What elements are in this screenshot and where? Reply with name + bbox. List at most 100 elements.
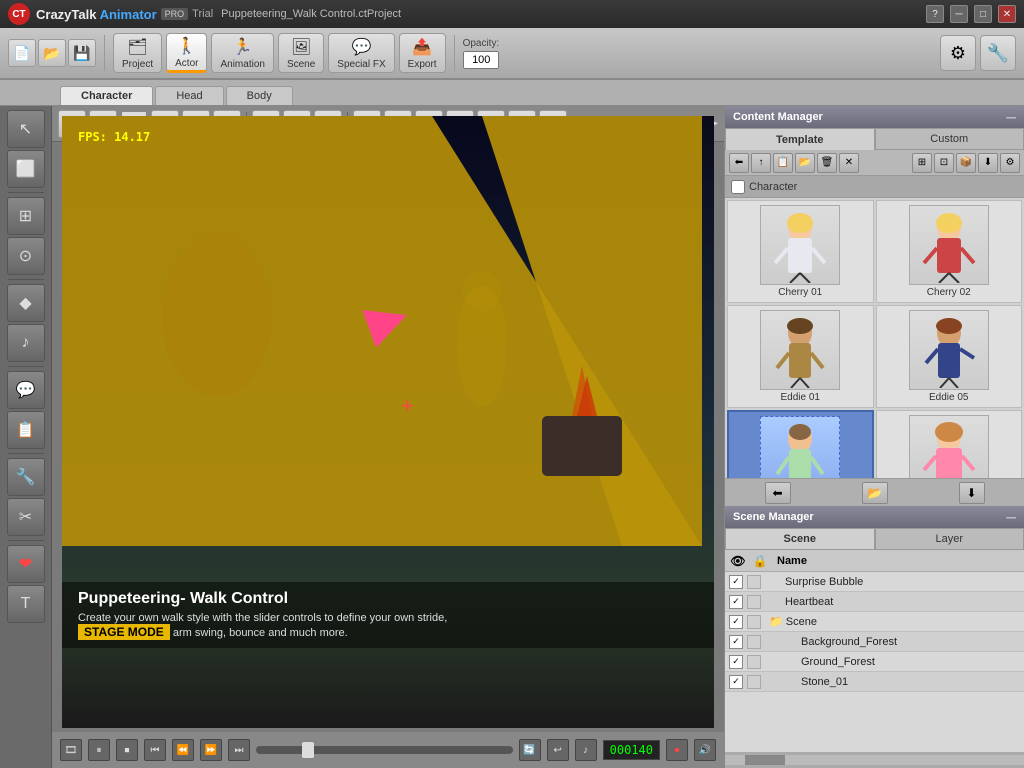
toolbar-project[interactable]: 🗂 Project [113,33,162,73]
yellow-region: + [62,116,714,648]
cm-tool-10[interactable]: ⬇ [978,153,998,173]
cm-footer-btn1[interactable]: ⬅ [765,482,791,504]
opacity-input[interactable] [463,51,499,69]
forward-button[interactable]: ⏩ [200,739,222,761]
lock-groundforest[interactable] [747,655,761,669]
category-checkbox[interactable] [731,180,745,194]
diamond-button[interactable]: ◆ [7,284,45,322]
preferences-button[interactable]: 🔧 [980,35,1016,71]
toolbar-export[interactable]: 📤 Export [399,33,446,73]
music-note-button[interactable]: ♪ [575,739,597,761]
new-button[interactable]: 📄 [8,39,36,67]
actor-subtabs: Character Head Body [0,80,1024,106]
check-groundforest[interactable]: ✓ [729,655,743,669]
check-heartbeat[interactable]: ✓ [729,595,743,609]
heart-button[interactable]: ❤ [7,545,45,583]
toolbar-specialfx[interactable]: 💬 Special FX [328,33,394,73]
cm-tool-8[interactable]: ⊡ [934,153,954,173]
toolbar-scene[interactable]: 🖼 Scene [278,33,324,73]
mark-in-button[interactable]: ↩ [547,739,569,761]
loop-button[interactable]: 🔄 [519,739,541,761]
lock-stone01[interactable] [747,675,761,689]
char-thumb-eddie05 [909,310,989,390]
select-tool-button[interactable]: ↖ [7,110,45,148]
skip-fwd-button[interactable]: ⏭ [228,739,250,761]
lock-scene[interactable] [747,615,761,629]
minimize-button[interactable]: ─ [950,5,968,23]
close-button[interactable]: ✕ [998,5,1016,23]
crosshair: + [401,393,414,419]
cm-footer-btn2[interactable]: 📂 [862,482,888,504]
maximize-button[interactable]: □ [974,5,992,23]
cm-tool-2[interactable]: ↑ [751,153,771,173]
cut-button[interactable]: ✂ [7,498,45,536]
help-button[interactable]: ? [926,5,944,23]
grid-button[interactable]: ⊞ [7,197,45,235]
cm-tool-11[interactable]: ⚙ [1000,153,1020,173]
check-bgforest[interactable]: ✓ [729,635,743,649]
cm-tool-9[interactable]: 📦 [956,153,976,173]
cm-tool-7[interactable]: ⊞ [912,153,932,173]
toolbar-animation[interactable]: 🏃 Animation [211,33,273,73]
cm-tool-5[interactable]: 🗑 [817,153,837,173]
tab-body[interactable]: Body [226,86,293,105]
scene-svg [62,116,714,648]
scene-manager-close[interactable]: ─ [1006,509,1016,525]
cm-tool-1[interactable]: ⬅ [729,153,749,173]
char-sally[interactable]: Sally [876,410,1023,478]
content-manager-close[interactable]: ─ [1006,109,1016,125]
sidebar-separator-2 [8,279,44,280]
char-eddie05[interactable]: Eddie 05 [876,305,1023,408]
titlebar: CT CrazyTalk Animator PRO Trial Puppetee… [0,0,1024,28]
char-cherry01[interactable]: Cherry 01 [727,200,874,303]
lock-heartbeat[interactable] [747,595,761,609]
char-cherry02[interactable]: Cherry 02 [876,200,1023,303]
chat-button[interactable]: 💬 [7,371,45,409]
cm-footer-btn3[interactable]: ⬇ [959,482,985,504]
check-stone01[interactable]: ✓ [729,675,743,689]
check-scene[interactable]: ✓ [729,615,743,629]
scene-tab-scene[interactable]: Scene [725,528,875,550]
clipboard-button[interactable]: 📋 [7,411,45,449]
toolbar-actor[interactable]: 🚶 Actor [166,33,207,73]
pause-button[interactable]: ⏸ [88,739,110,761]
stop-button[interactable]: ⏹ [116,739,138,761]
scene-scrollbar-h[interactable] [725,755,1024,765]
open-button[interactable]: 📂 [38,39,66,67]
cm-tool-4[interactable]: 📂 [795,153,815,173]
settings-button[interactable]: ⚙ [940,35,976,71]
cm-tool-6[interactable]: ✕ [839,153,859,173]
left-sidebar: ↖ ⬜ ⊞ ⊙ ◆ ♪ 💬 📋 🔧 ✂ ❤ T [0,106,52,768]
record-button[interactable]: ⏺ [666,739,688,761]
rect-tool-button[interactable]: ⬜ [7,150,45,188]
scene-tab-layer[interactable]: Layer [875,528,1024,550]
timeline-scrubber[interactable] [256,746,513,754]
sidebar-separator-1 [8,192,44,193]
trial-label: Trial [192,8,213,20]
rotate-button[interactable]: ⊙ [7,237,45,275]
text-button[interactable]: T [7,585,45,623]
tab-head[interactable]: Head [155,86,223,105]
music-button[interactable]: ♪ [7,324,45,362]
specialfx-icon: 💬 [352,37,372,57]
scrollbar-thumb[interactable] [745,755,785,765]
scene-canvas: + FPS: 14.17 Puppeteering- Walk Control … [62,116,714,728]
tab-custom[interactable]: Custom [875,128,1024,150]
rewind-button[interactable]: ⏪ [172,739,194,761]
tab-character[interactable]: Character [60,86,153,105]
cm-tool-3[interactable]: 📋 [773,153,793,173]
audio-button[interactable]: 🔊 [694,739,716,761]
scene-row-scene: ✓ 📁 Scene [725,612,1024,632]
char-eddie01[interactable]: Eddie 01 [727,305,874,408]
char-mrrosenberg[interactable]: Mr. Rosenberg [727,410,874,478]
tool-button[interactable]: 🔧 [7,458,45,496]
cherry01-svg [765,208,835,283]
tab-template[interactable]: Template [725,128,875,150]
film-button[interactable]: 🎞 [60,739,82,761]
lock-bgforest[interactable] [747,635,761,649]
scrubber-thumb[interactable] [302,742,314,758]
save-button[interactable]: 💾 [68,39,96,67]
skip-back-button[interactable]: ⏮ [144,739,166,761]
check-surprise[interactable]: ✓ [729,575,743,589]
lock-surprise[interactable] [747,575,761,589]
